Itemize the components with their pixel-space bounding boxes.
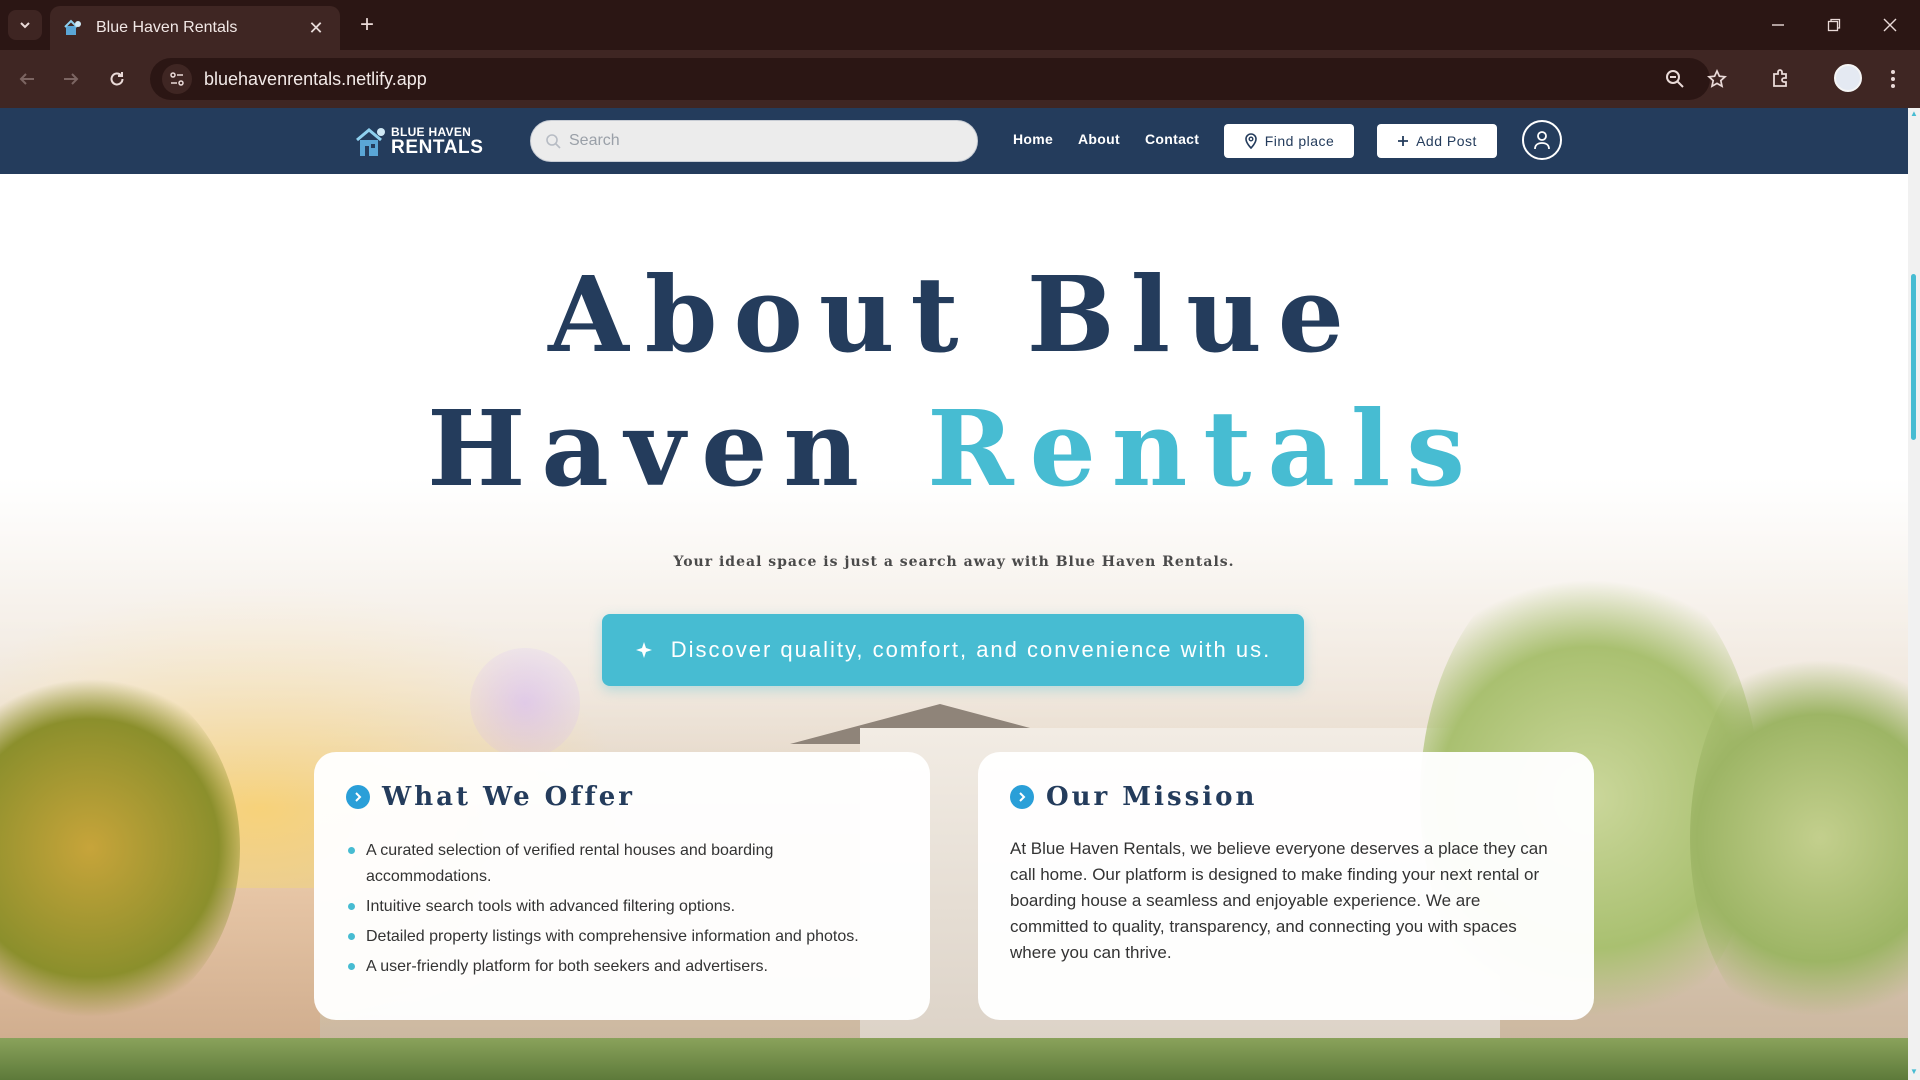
hero-subtitle: Your ideal space is just a search away w… bbox=[673, 554, 1235, 570]
discover-banner: Discover quality, comfort, and convenien… bbox=[602, 614, 1304, 686]
user-icon bbox=[1534, 131, 1550, 150]
mission-body: At Blue Haven Rentals, we believe everyo… bbox=[1010, 839, 1548, 962]
sparkle-icon bbox=[635, 642, 652, 658]
page-scrollbar[interactable]: ▲ ▼ bbox=[1908, 108, 1920, 1080]
puzzle-icon bbox=[1773, 69, 1787, 87]
find-place-label: Find place bbox=[1264, 133, 1335, 149]
offer-list-item: Detailed property listings with comprehe… bbox=[346, 924, 898, 950]
profile-avatar[interactable] bbox=[1834, 64, 1862, 92]
user-account-button[interactable] bbox=[1522, 120, 1562, 160]
mission-card-header: Our Mission bbox=[1010, 782, 1562, 812]
offer-card-header: What We Offer bbox=[346, 782, 898, 812]
back-button[interactable] bbox=[12, 64, 42, 94]
restore-button[interactable] bbox=[1814, 10, 1854, 40]
our-mission-card: Our Mission At Blue Haven Rentals, we be… bbox=[978, 752, 1594, 1020]
title-line1: About Blue bbox=[548, 253, 1360, 376]
search-icon bbox=[546, 134, 561, 149]
reload-icon bbox=[110, 72, 124, 86]
more-vert-icon bbox=[1891, 70, 1895, 88]
plus-icon bbox=[1398, 136, 1409, 146]
browser-menu-button[interactable] bbox=[1876, 64, 1910, 94]
chevron-right-icon bbox=[355, 792, 362, 802]
forward-button[interactable] bbox=[56, 64, 86, 94]
nav-contact-link[interactable]: Contact bbox=[1145, 131, 1199, 147]
minimize-button[interactable] bbox=[1758, 10, 1798, 40]
title-line2-accent: Rentals bbox=[927, 387, 1481, 510]
forward-arrow-icon bbox=[64, 73, 79, 85]
tab-search-button[interactable] bbox=[8, 10, 42, 40]
browser-toolbar: bluehavenrentals.netlify.app bbox=[0, 50, 1920, 108]
site-info-button[interactable] bbox=[162, 64, 192, 94]
scroll-up-arrow-icon[interactable]: ▲ bbox=[1910, 110, 1918, 118]
logo-wordmark: BLUE HAVEN RENTALS bbox=[391, 126, 484, 157]
what-we-offer-card: What We Offer A curated selection of ver… bbox=[314, 752, 930, 1020]
back-arrow-icon bbox=[19, 73, 34, 85]
restore-icon bbox=[1827, 18, 1841, 32]
decorative-glow bbox=[470, 648, 580, 758]
house-logo-icon bbox=[356, 128, 385, 156]
page-viewport: BLUE HAVEN RENTALS Home About Contact Fi… bbox=[0, 108, 1908, 1080]
scrollbar-thumb[interactable] bbox=[1911, 274, 1916, 440]
bookmark-button[interactable] bbox=[1700, 62, 1734, 96]
zoom-out-icon bbox=[1666, 70, 1684, 88]
browser-tab-active[interactable]: Blue Haven Rentals ✕ bbox=[50, 6, 340, 50]
browser-tabstrip: Blue Haven Rentals ✕ + bbox=[0, 0, 1920, 50]
site-header: BLUE HAVEN RENTALS Home About Contact Fi… bbox=[0, 108, 1908, 174]
nav-home-link[interactable]: Home bbox=[1013, 131, 1053, 147]
mission-heading: Our Mission bbox=[1046, 782, 1258, 812]
reload-button[interactable] bbox=[102, 64, 132, 94]
background-lawn bbox=[0, 1038, 1908, 1080]
logo-line1: BLUE HAVEN bbox=[391, 124, 472, 139]
site-favicon-icon bbox=[64, 19, 81, 35]
offer-list: A curated selection of verified rental h… bbox=[346, 838, 898, 980]
discover-banner-text: Discover quality, comfort, and convenien… bbox=[670, 637, 1272, 662]
minimize-icon bbox=[1772, 24, 1784, 26]
offer-list-item: A user-friendly platform for both seeker… bbox=[346, 954, 898, 980]
scroll-down-arrow-icon[interactable]: ▼ bbox=[1910, 1068, 1918, 1076]
offer-list-item: Intuitive search tools with advanced fil… bbox=[346, 894, 898, 920]
site-search-bar[interactable] bbox=[530, 120, 978, 162]
address-bar[interactable]: bluehavenrentals.netlify.app bbox=[150, 58, 1727, 100]
close-icon bbox=[1883, 18, 1897, 32]
offer-list-item: A curated selection of verified rental h… bbox=[346, 838, 898, 890]
zoom-button[interactable] bbox=[1658, 62, 1692, 96]
page-title: About Blue Haven Rentals bbox=[0, 248, 1908, 516]
title-line2-part1: Haven bbox=[427, 387, 875, 510]
nav-about-link[interactable]: About bbox=[1078, 131, 1120, 147]
find-place-button[interactable]: Find place bbox=[1224, 124, 1354, 158]
chevron-right-icon bbox=[1019, 792, 1026, 802]
logo-line2: RENTALS bbox=[391, 136, 484, 158]
close-window-button[interactable] bbox=[1870, 10, 1910, 40]
tab-close-icon[interactable]: ✕ bbox=[306, 18, 326, 39]
site-search-input[interactable] bbox=[569, 132, 949, 150]
add-post-button[interactable]: Add Post bbox=[1377, 124, 1497, 158]
add-post-label: Add Post bbox=[1416, 133, 1477, 149]
site-logo[interactable]: BLUE HAVEN RENTALS bbox=[355, 122, 487, 160]
chevron-down-icon bbox=[20, 22, 30, 29]
star-icon bbox=[1707, 69, 1727, 88]
offer-heading: What We Offer bbox=[382, 782, 635, 812]
extensions-button[interactable] bbox=[1764, 64, 1798, 94]
map-pin-icon bbox=[1244, 133, 1257, 149]
new-tab-button[interactable]: + bbox=[352, 10, 382, 40]
tune-icon bbox=[170, 72, 184, 86]
tab-title: Blue Haven Rentals bbox=[96, 19, 238, 36]
url-text: bluehavenrentals.netlify.app bbox=[204, 68, 427, 89]
